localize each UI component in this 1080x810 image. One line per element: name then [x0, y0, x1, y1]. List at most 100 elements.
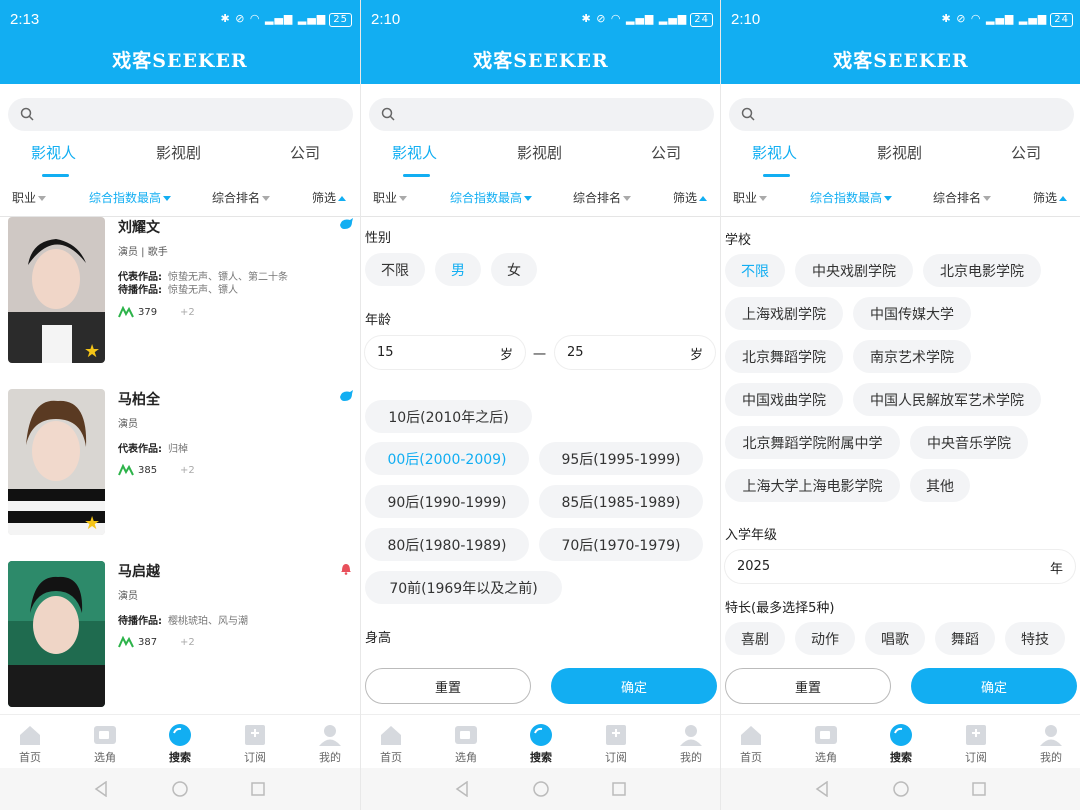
nav-casting[interactable]: 选角: [80, 723, 130, 765]
bottom-nav: 首页 选角 搜索 订阅 我的: [361, 714, 720, 768]
tab-company[interactable]: 公司: [290, 142, 320, 163]
actor-upcoming: 待播作品: 惊蛰无声、镖人: [118, 285, 238, 296]
recents-icon[interactable]: [612, 781, 626, 797]
decade-option[interactable]: 85后(1985-1989): [539, 485, 703, 518]
tab-shows[interactable]: 影视剧: [156, 142, 201, 163]
actor-card[interactable]: 马启越 演员 待播作品: 樱桃琥珀、风与潮 387 +2: [0, 561, 360, 711]
school-option[interactable]: 其他: [910, 469, 970, 502]
back-icon[interactable]: [94, 781, 108, 797]
filter-toggle[interactable]: 筛选: [1033, 189, 1068, 206]
school-option[interactable]: 上海戏剧学院: [725, 297, 843, 330]
battery-icon: 24: [690, 13, 713, 27]
confirm-button[interactable]: 确定: [911, 668, 1077, 704]
actor-card[interactable]: ★ 刘耀文 演员 | 歌手 代表作品: 惊蛰无声、镖人、第二十条 待播作品: 惊蛰无…: [0, 217, 360, 367]
confirm-button[interactable]: 确定: [551, 668, 717, 704]
tab-people[interactable]: 影视人: [31, 142, 76, 163]
gender-option-any[interactable]: 不限: [365, 253, 425, 286]
school-option[interactable]: 中国传媒大学: [853, 297, 971, 330]
home-circle-icon[interactable]: [172, 781, 188, 797]
filter-sort-index[interactable]: 综合指数最高: [810, 189, 893, 206]
filter-sort-index[interactable]: 综合指数最高: [450, 189, 533, 206]
recents-icon[interactable]: [251, 781, 265, 797]
tab-shows[interactable]: 影视剧: [517, 142, 562, 163]
school-option[interactable]: 上海大学上海电影学院: [725, 469, 900, 502]
search-input[interactable]: [8, 98, 353, 131]
subscribe-icon: [245, 725, 265, 745]
decade-option[interactable]: 80后(1980-1989): [365, 528, 529, 561]
tab-company[interactable]: 公司: [651, 142, 681, 163]
school-option[interactable]: 中国戏曲学院: [725, 383, 843, 416]
app-title: 戏客SEEKER: [473, 50, 609, 72]
filter-sort-index[interactable]: 综合指数最高: [89, 189, 172, 206]
school-option[interactable]: 北京舞蹈学院: [725, 340, 843, 373]
school-option[interactable]: 北京舞蹈学院附属中学: [725, 426, 900, 459]
tab-company[interactable]: 公司: [1011, 142, 1041, 163]
search-input[interactable]: [729, 98, 1074, 131]
filter-toggle[interactable]: 筛选: [312, 189, 347, 206]
home-circle-icon[interactable]: [893, 781, 909, 797]
nav-mine[interactable]: 我的: [305, 723, 355, 765]
actor-card[interactable]: ★ 马柏全 演员 代表作品: 归棹 385 +2: [0, 389, 360, 539]
filter-profession[interactable]: 职业: [12, 189, 47, 206]
decade-option[interactable]: 70后(1970-1979): [539, 528, 703, 561]
nav-home[interactable]: 首页: [366, 723, 416, 765]
filter-ranking[interactable]: 综合排名: [573, 189, 632, 206]
search-input[interactable]: [369, 98, 714, 131]
decade-option[interactable]: 00后(2000-2009): [365, 442, 529, 475]
nav-home[interactable]: 首页: [5, 723, 55, 765]
filter-profession[interactable]: 职业: [733, 189, 768, 206]
tab-people[interactable]: 影视人: [392, 142, 437, 163]
filter-toggle[interactable]: 筛选: [673, 189, 708, 206]
reset-button[interactable]: 重置: [365, 668, 531, 704]
nav-subscribe[interactable]: 订阅: [951, 723, 1001, 765]
nav-mine[interactable]: 我的: [666, 723, 716, 765]
tab-indicator: [403, 174, 430, 177]
grade-field[interactable]: 2025 年: [725, 550, 1075, 583]
nav-search[interactable]: 搜索: [155, 723, 205, 765]
skill-option[interactable]: 舞蹈: [935, 622, 995, 655]
gender-option-male[interactable]: 男: [435, 253, 481, 286]
battery-icon: 25: [329, 13, 352, 27]
skill-option[interactable]: 动作: [795, 622, 855, 655]
decade-option[interactable]: 95后(1995-1999): [539, 442, 703, 475]
school-option[interactable]: 中国人民解放军艺术学院: [853, 383, 1041, 416]
nav-subscribe[interactable]: 订阅: [230, 723, 280, 765]
nav-search[interactable]: 搜索: [876, 723, 926, 765]
nav-home[interactable]: 首页: [726, 723, 776, 765]
skill-option[interactable]: 喜剧: [725, 622, 785, 655]
nav-casting[interactable]: 选角: [801, 723, 851, 765]
filter-ranking[interactable]: 综合排名: [212, 189, 271, 206]
tab-shows[interactable]: 影视剧: [877, 142, 922, 163]
school-option[interactable]: 中央音乐学院: [910, 426, 1028, 459]
school-option[interactable]: 北京电影学院: [923, 254, 1041, 287]
filter-profession[interactable]: 职业: [373, 189, 408, 206]
decade-option[interactable]: 10后(2010年之后): [365, 400, 532, 433]
age-to-field[interactable]: 25 岁: [555, 336, 715, 369]
school-option[interactable]: 南京艺术学院: [853, 340, 971, 373]
age-from-field[interactable]: 15 岁: [365, 336, 525, 369]
decade-option[interactable]: 90后(1990-1999): [365, 485, 529, 518]
recents-icon[interactable]: [972, 781, 986, 797]
tab-people[interactable]: 影视人: [752, 142, 797, 163]
filter-ranking[interactable]: 综合排名: [933, 189, 992, 206]
back-icon[interactable]: [815, 781, 829, 797]
school-option[interactable]: 中央戏剧学院: [795, 254, 913, 287]
gender-option-female[interactable]: 女: [491, 253, 537, 286]
nav-subscribe[interactable]: 订阅: [591, 723, 641, 765]
home-circle-icon[interactable]: [533, 781, 549, 797]
nav-search[interactable]: 搜索: [516, 723, 566, 765]
decade-option[interactable]: 70前(1969年以及之前): [365, 571, 562, 604]
back-icon[interactable]: [455, 781, 469, 797]
nav-mine[interactable]: 我的: [1026, 723, 1076, 765]
school-option[interactable]: 不限: [725, 254, 785, 287]
bell-badge-icon[interactable]: [338, 561, 354, 575]
reset-button[interactable]: 重置: [725, 668, 891, 704]
system-nav-bar: [721, 768, 1080, 810]
system-nav-bar: [0, 768, 360, 810]
skill-option[interactable]: 特技: [1005, 622, 1065, 655]
nav-casting[interactable]: 选角: [441, 723, 491, 765]
skill-option[interactable]: 唱歌: [865, 622, 925, 655]
bird-badge-icon[interactable]: [338, 217, 354, 231]
bird-badge-icon[interactable]: [338, 389, 354, 403]
home-icon: [20, 726, 40, 745]
